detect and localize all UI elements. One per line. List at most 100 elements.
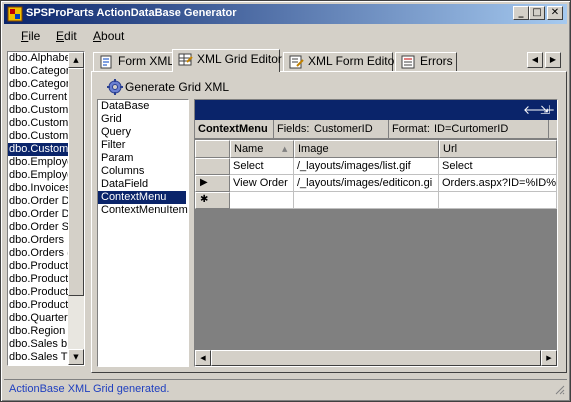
fields-label: Fields:	[277, 123, 310, 135]
table-list-scrollbar[interactable]: ▲ ▼	[68, 52, 84, 365]
menu-edit[interactable]: Edit	[56, 29, 77, 43]
scroll-left-icon[interactable]: ◀	[195, 350, 211, 366]
tab-xml-form-editor[interactable]: XML Form Editor	[283, 52, 398, 71]
resize-grip-icon[interactable]	[553, 383, 565, 395]
column-header-url[interactable]: Url	[439, 140, 557, 158]
column-header-image[interactable]: Image	[294, 140, 439, 158]
window-title: SPSProParts ActionDataBase Generator	[26, 7, 237, 19]
table-list-item[interactable]: dbo.Custome	[8, 117, 70, 130]
table-list-item[interactable]: dbo.Custome	[8, 130, 70, 143]
menu-edit-accel: E	[56, 29, 65, 43]
menu-bar: File Edit About	[4, 26, 567, 46]
cell-url[interactable]: Select	[439, 158, 557, 175]
tab-label: XML Form Editor	[308, 54, 399, 68]
node-list-item[interactable]: DataField	[98, 178, 188, 191]
menu-about-accel: A	[93, 29, 102, 43]
maximize-button[interactable]: □	[529, 6, 545, 20]
row-selector[interactable]: ▶	[195, 175, 230, 192]
table-list-item[interactable]: dbo.Employe	[8, 156, 70, 169]
scroll-down-icon[interactable]: ▼	[68, 349, 84, 365]
node-list-item[interactable]: DataBase	[98, 100, 188, 113]
node-list-item[interactable]: ContextMenu	[98, 191, 186, 204]
table-list-item[interactable]: dbo.Categor	[8, 65, 70, 78]
row-selector[interactable]	[195, 158, 230, 175]
form-editor-icon	[289, 55, 304, 69]
table-list-item[interactable]: dbo.Sales b	[8, 338, 70, 351]
row-selector[interactable]: ✱	[195, 192, 230, 209]
title-bar[interactable]: SPSProParts ActionDataBase Generator _ □…	[4, 4, 567, 24]
row-header-corner	[195, 140, 230, 158]
node-list[interactable]: DataBase Grid Query Filter Param Columns DataF…	[97, 99, 189, 367]
table-list-item[interactable]: dbo.Orders	[8, 234, 70, 247]
scroll-right-icon[interactable]: ▶	[541, 350, 557, 366]
column-header-name[interactable]: Name ▲	[230, 140, 294, 158]
tab-scroll-right-icon[interactable]: ▶	[545, 52, 561, 68]
app-window: SPSProParts ActionDataBase Generator _ □…	[0, 0, 571, 402]
menu-about[interactable]: About	[93, 29, 124, 43]
node-list-item[interactable]: Param	[98, 152, 188, 165]
tab-form-xml[interactable]: Form XML	[93, 52, 174, 71]
toggle-details-icon[interactable]: ⇲	[540, 103, 550, 117]
table-list-item[interactable]: dbo.Quarterl	[8, 312, 70, 325]
gear-icon	[107, 79, 123, 95]
table-list-item[interactable]: dbo.Order D	[8, 195, 70, 208]
cell-image[interactable]: /_layouts/images/list.gif	[294, 158, 439, 175]
node-list-item[interactable]: Filter	[98, 139, 188, 152]
table-row[interactable]: ▶ View Order/_layouts/images/editicon.gi O…	[195, 175, 557, 192]
table-list-item[interactable]: dbo.Region	[8, 325, 70, 338]
cell-image[interactable]: /_layouts/images/editicon.gi	[294, 175, 439, 192]
format-value: ID=CurtomerID	[431, 120, 549, 139]
table-list-item[interactable]: dbo.Product	[8, 260, 70, 273]
table-list[interactable]: dbo.Alphabe dbo.Categor dbo.Categor dbo.Cur…	[7, 51, 85, 366]
generate-grid-xml-button[interactable]: Generate Grid XML	[105, 78, 229, 96]
tab-xml-grid-editor[interactable]: XML Grid Editor	[172, 49, 282, 72]
table-row[interactable]: ✱	[195, 192, 557, 209]
cell-image[interactable]	[294, 192, 439, 209]
minimize-button[interactable]: _	[513, 6, 529, 20]
cell-url[interactable]: Orders.aspx?ID=%ID%	[439, 175, 557, 192]
table-list-item[interactable]: dbo.Custome	[8, 143, 70, 156]
table-list-item[interactable]: dbo.Invoices	[8, 182, 70, 195]
table-list-item[interactable]: dbo.Custome	[8, 104, 70, 117]
table-list-item[interactable]: dbo.Orders (	[8, 247, 70, 260]
errors-icon	[401, 55, 415, 69]
parent-row: ContextMenu Fields: CustomerID Format: I…	[195, 120, 557, 139]
table-list-item[interactable]: dbo.Product	[8, 299, 70, 312]
form-xml-icon	[100, 55, 112, 69]
horizontal-scroll-thumb[interactable]	[211, 350, 541, 366]
scroll-up-icon[interactable]: ▲	[68, 52, 84, 68]
tab-label: Errors	[420, 54, 453, 68]
cell-name[interactable]: Select	[230, 158, 294, 175]
table-list-item[interactable]: dbo.Product	[8, 273, 70, 286]
grid-horizontal-scrollbar[interactable]: ◀ ▶	[195, 350, 557, 366]
cell-name[interactable]: View Order	[230, 175, 294, 192]
table-list-item[interactable]: dbo.Current	[8, 91, 70, 104]
tab-label: XML Grid Editor	[197, 52, 282, 66]
column-image-label: Image	[298, 143, 329, 155]
scroll-thumb[interactable]	[68, 68, 84, 296]
table-list-item[interactable]: dbo.Categor	[8, 78, 70, 91]
node-list-item[interactable]: Columns	[98, 165, 188, 178]
tab-errors[interactable]: Errors	[395, 52, 457, 71]
tab-scroll-left-icon[interactable]: ◀	[527, 52, 543, 68]
node-list-item[interactable]: ContextMenuItem	[98, 204, 188, 217]
cell-name[interactable]	[230, 192, 294, 209]
close-button[interactable]: ✕	[547, 6, 563, 20]
generate-button-label: Generate Grid XML	[125, 80, 230, 94]
table-list-item[interactable]: dbo.Employe	[8, 169, 70, 182]
menu-file[interactable]: File	[21, 29, 40, 43]
cell-url[interactable]	[439, 192, 557, 209]
table-list-item[interactable]: dbo.Sales T	[8, 351, 70, 364]
status-text: ActionBase XML Grid generated.	[9, 383, 170, 395]
table-row[interactable]: Select/_layouts/images/list.gif Select	[195, 158, 557, 175]
node-list-item[interactable]: Grid	[98, 113, 188, 126]
node-list-item[interactable]: Query	[98, 126, 188, 139]
table-list-item[interactable]: dbo.Order S	[8, 221, 70, 234]
data-grid[interactable]: 🡐 ⇲ ContextMenu Fields: CustomerID Forma…	[194, 99, 558, 367]
grid-editor-icon	[178, 53, 193, 66]
menu-file-rest: ile	[28, 29, 41, 43]
column-url-label: Url	[443, 143, 458, 155]
table-list-item[interactable]: dbo.Order D	[8, 208, 70, 221]
table-list-item[interactable]: dbo.Alphabe	[8, 52, 70, 65]
table-list-item[interactable]: dbo.Product	[8, 286, 70, 299]
